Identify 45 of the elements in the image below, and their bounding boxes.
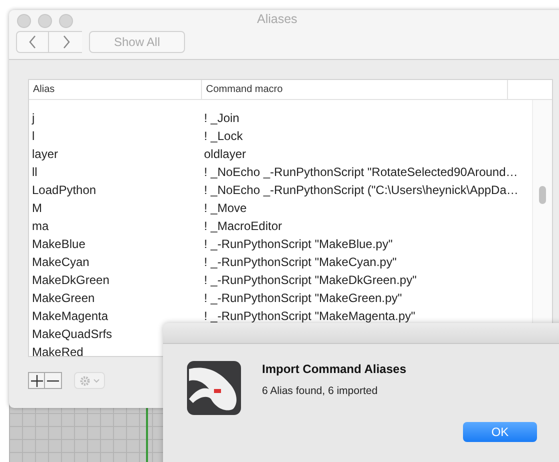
table-cell-text: ! _-RunPythonScript "MakeMagenta.py"	[203, 309, 416, 323]
forward-button[interactable]	[49, 31, 82, 53]
table-cell-text: ! _NoEcho _-RunPythonScript ("C:\Users\heynick\AppDa…	[203, 183, 518, 197]
table-cell-text: MakeRed	[31, 345, 84, 356]
add-button[interactable]	[29, 373, 45, 388]
table-cell-text: MakeDkGreen	[31, 273, 110, 287]
close-button[interactable]	[17, 14, 31, 28]
gear-icon	[78, 374, 100, 386]
table-cell-text: ! _NoEcho _-RunPythonScript "RotateSelected90Around…	[203, 165, 518, 179]
chevron-left-icon	[28, 35, 38, 49]
table-cell-text: MakeGreen	[31, 291, 96, 305]
remove-button[interactable]	[45, 373, 61, 388]
table-cell-text: ! _-RunPythonScript "MakeBlue.py"	[203, 237, 393, 251]
table-cell-text: MakeMagenta	[31, 309, 110, 323]
table-cell-text: ! _MacroEditor	[203, 219, 282, 233]
table-cell-text: ! _-RunPythonScript "MakeDkGreen.py"	[203, 273, 417, 287]
table-cell-text: MakeQuadSrfs	[31, 327, 114, 341]
scrollbar-thumb[interactable]	[539, 186, 546, 204]
chevron-right-icon	[60, 35, 70, 49]
table-cell-text: ! _Lock	[203, 129, 243, 143]
table-cell-text: ! _Join	[203, 111, 240, 125]
back-button[interactable]	[16, 31, 49, 53]
table-cell-text: ! _-RunPythonScript "MakeGreen.py"	[203, 291, 402, 305]
minimize-button[interactable]	[38, 14, 52, 28]
zoom-button[interactable]	[59, 14, 73, 28]
dialog-title: Import Command Aliases	[262, 362, 406, 376]
action-menu-button[interactable]	[74, 372, 105, 389]
table-cell-text: ma	[31, 219, 50, 233]
plus-icon	[30, 374, 42, 386]
table-cell-text: ! _-RunPythonScript "MakeCyan.py"	[203, 255, 397, 269]
window-title: Aliases	[257, 12, 298, 26]
table-cell-text: M	[31, 201, 43, 215]
table-cell-text: ! _Move	[203, 201, 247, 215]
table-cell-text: LoadPython	[31, 183, 98, 197]
column-header[interactable]: Alias	[29, 80, 201, 99]
table-cell-text: layer	[31, 147, 60, 161]
table-cell-text: ll	[31, 165, 38, 179]
table-cell-text: j	[30, 111, 36, 125]
table-cell-text: MakeBlue	[31, 237, 86, 251]
app-icon	[185, 359, 243, 417]
table-cell-text: oldlayer	[203, 147, 246, 161]
table-cell-text: MakeCyan	[31, 255, 90, 269]
table-cell-text: l	[31, 129, 36, 143]
dialog-message: 6 Alias found, 6 imported	[262, 385, 379, 397]
column-header[interactable]: Command macro	[201, 80, 507, 99]
